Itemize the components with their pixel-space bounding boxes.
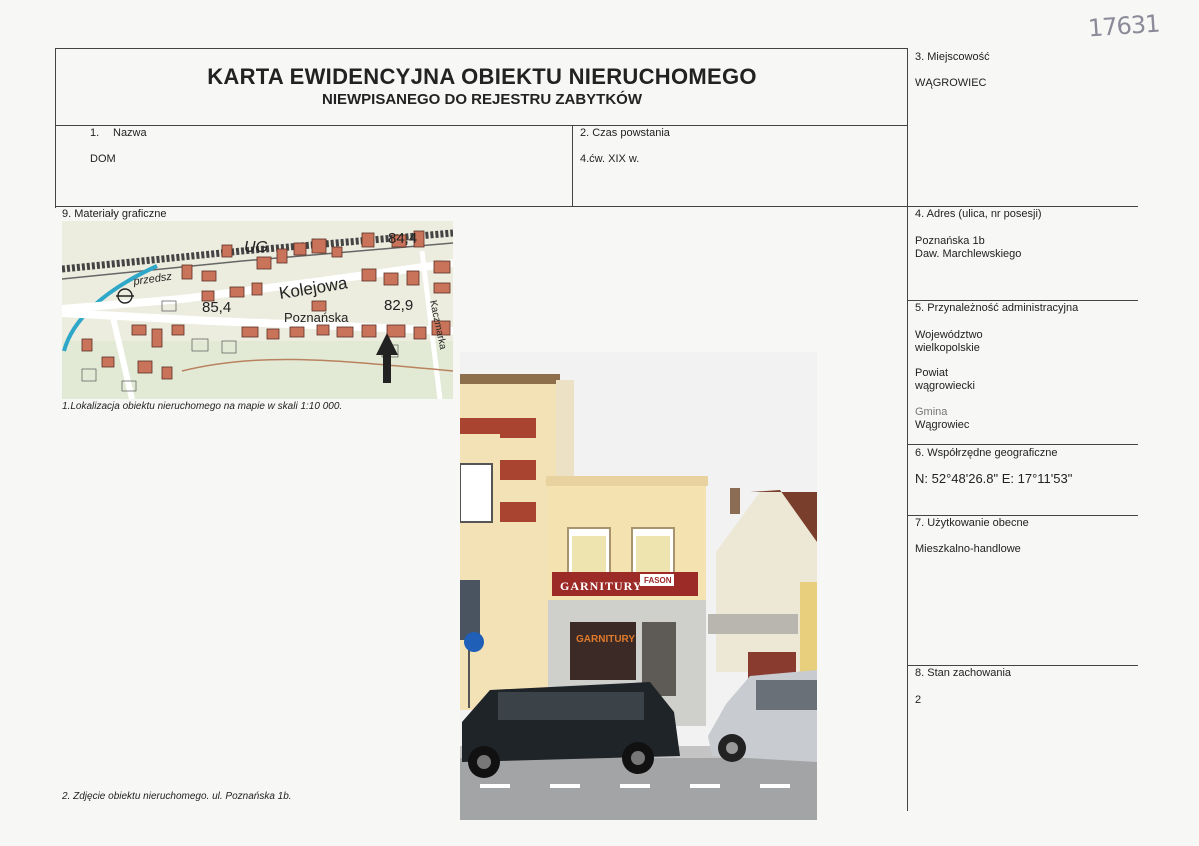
field-uzytkowanie-value: Mieszkalno-handlowe <box>915 543 1021 555</box>
rule-5 <box>907 444 1138 445</box>
field-wspolrzedne-value: N: 52°48'26.8" E: 17°11'53" <box>915 471 1073 486</box>
field-wojewodztwo-value: wielkopolskie <box>915 342 980 354</box>
map-label-h2: 85,4 <box>202 299 231 316</box>
rule-title-bottom <box>55 125 908 126</box>
rule-4 <box>907 300 1138 301</box>
field-powiat-value: wągrowiecki <box>915 380 975 392</box>
map-caption: 1.Lokalizacja obiektu nieruchomego na ma… <box>62 401 343 412</box>
location-map-graphic: UG 84,4 85,4 82,9 Kolejowa Poznańska prz… <box>62 221 453 399</box>
rule-row1-bottom <box>55 206 1138 207</box>
card-subtitle: NIEWPISANEGO DO REJESTRU ZABYTKÓW <box>321 91 643 108</box>
rule-top <box>55 48 908 49</box>
field-nazwa-label: Nazwa <box>113 127 147 139</box>
field-nazwa-label-num: 1. <box>90 127 100 139</box>
building-photo-graphic: GARNITURY FASON GARNITURY <box>460 352 817 820</box>
rule-6 <box>907 515 1138 516</box>
field-gmina-label: Gmina <box>915 406 948 418</box>
field-uzytkowanie-label: 7. Użytkowanie obecne <box>915 517 1029 529</box>
field-gmina-value: Wągrowiec <box>915 419 970 431</box>
field-stan-value: 2 <box>915 694 922 706</box>
rule-7 <box>907 665 1138 666</box>
shop-sign-brand: FASON <box>644 576 672 585</box>
field-powiat-label: Powiat <box>915 367 949 379</box>
location-map: UG 84,4 85,4 82,9 Kolejowa Poznańska prz… <box>62 221 453 399</box>
map-label-street-poznanska: Poznańska <box>284 310 349 325</box>
archive-number-stamp: 17631 <box>1087 9 1161 43</box>
field-czas-value: 4.ćw. XIX w. <box>580 153 640 165</box>
field-adres-label: 4. Adres (ulica, nr posesji) <box>915 208 1042 220</box>
field-stan-label: 8. Stan zachowania <box>915 667 1012 679</box>
card-title: KARTA EWIDENCYJNA OBIEKTU NIERUCHOMEGO <box>207 64 757 89</box>
field-miejscowosc-value: WĄGROWIEC <box>915 77 987 89</box>
field-czas-label: 2. Czas powstania <box>580 127 670 139</box>
field-wspolrzedne-label: 6. Współrzędne geograficzne <box>915 447 1058 459</box>
field-wojewodztwo-label: Województwo <box>915 329 983 341</box>
rule-mid <box>572 125 573 207</box>
shop-sign-text: GARNITURY <box>560 579 643 593</box>
field-miejscowosc-label: 3. Miejscowość <box>915 51 990 63</box>
building-photo: GARNITURY FASON GARNITURY <box>460 352 817 820</box>
field-nazwa-value: DOM <box>90 153 116 165</box>
map-label-ug: UG <box>244 239 268 256</box>
photo-caption: 2. Zdjęcie obiektu nieruchomego. ul. Poz… <box>62 791 292 802</box>
rule-right-col <box>907 48 908 811</box>
map-label-h3: 82,9 <box>384 297 413 314</box>
map-label-h1: 84,4 <box>388 230 417 247</box>
field-materialy-label: 9. Materiały graficzne <box>62 208 167 220</box>
field-adres-line1: Poznańska 1b <box>915 235 985 247</box>
field-adres-line2: Daw. Marchlewskiego <box>915 248 1022 260</box>
field-przynaleznosc-label: 5. Przynależność administracyjna <box>915 302 1079 314</box>
shop-window-text: GARNITURY <box>576 634 635 645</box>
